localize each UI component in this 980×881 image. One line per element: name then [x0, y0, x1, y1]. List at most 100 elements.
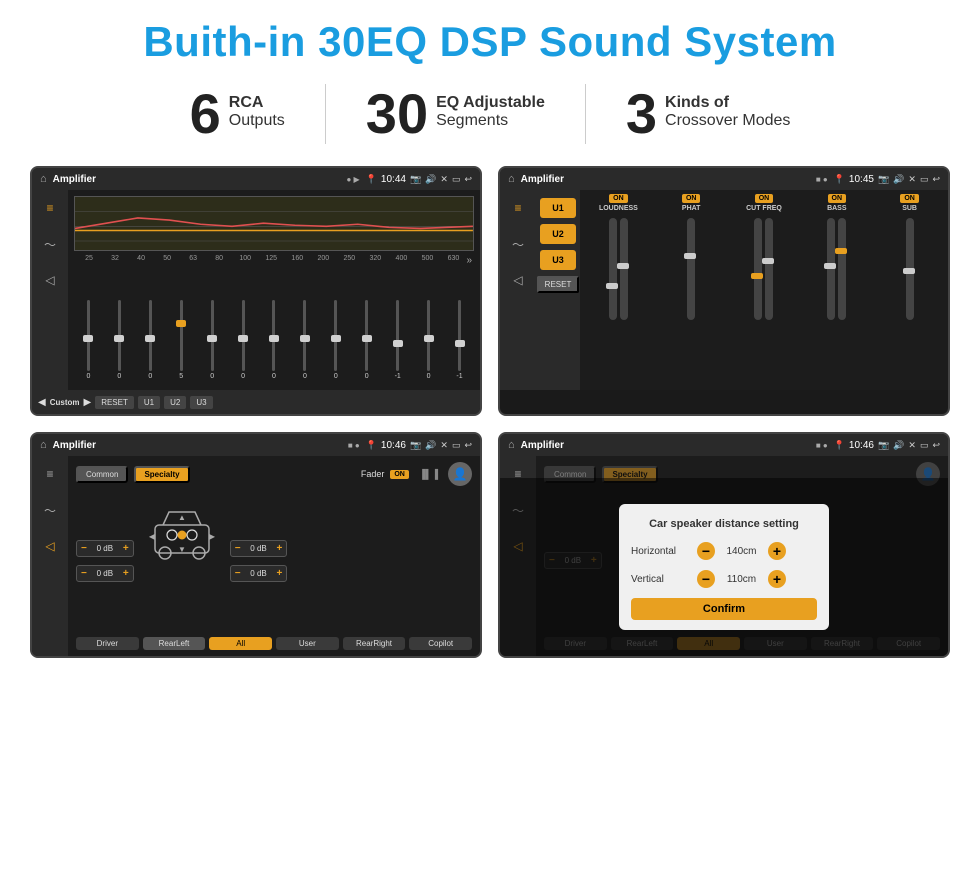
- db1-minus-btn[interactable]: −: [81, 543, 87, 554]
- u1-btn[interactable]: U1: [138, 396, 160, 409]
- eq-slider-11[interactable]: -1: [383, 300, 412, 380]
- eq-area: 25 32 40 50 63 80 100 125 160 200 250 32…: [68, 190, 480, 390]
- wave-icon-3[interactable]: 〜: [38, 500, 62, 520]
- horizontal-minus-btn[interactable]: −: [697, 542, 715, 560]
- vertical-minus-btn[interactable]: −: [697, 570, 715, 588]
- db4-minus-btn[interactable]: −: [235, 568, 241, 579]
- screen2-reset-btn[interactable]: RESET: [537, 276, 580, 293]
- vertical-plus-btn[interactable]: +: [768, 570, 786, 588]
- back-icon-2[interactable]: ↩: [932, 174, 940, 185]
- cutfreq-slider-f[interactable]: [754, 218, 762, 320]
- confirm-button[interactable]: Confirm: [631, 598, 817, 620]
- db2-plus-btn[interactable]: +: [123, 568, 129, 579]
- next-btn[interactable]: ▶: [83, 397, 91, 408]
- u2-button[interactable]: U2: [540, 224, 576, 244]
- sub-slider[interactable]: [906, 218, 914, 320]
- eq-slider-3[interactable]: 0: [136, 300, 165, 380]
- fader-label: Fader: [361, 469, 385, 479]
- speaker-icon-2[interactable]: ◁: [506, 270, 530, 290]
- db4-plus-btn[interactable]: +: [277, 568, 283, 579]
- screen2-title: Amplifier: [521, 174, 810, 185]
- screen1-status-icons: 📍 10:44 📷 🔊 ✕ ▭ ↩: [366, 174, 472, 185]
- location-icon-2: 📍: [834, 174, 845, 185]
- eq-slider-2[interactable]: 0: [105, 300, 134, 380]
- db2-minus-btn[interactable]: −: [81, 568, 87, 579]
- db1-plus-btn[interactable]: +: [123, 543, 129, 554]
- db-control-3: − 0 dB +: [230, 540, 288, 557]
- eq-slider-4[interactable]: 5: [167, 300, 196, 380]
- reset-btn[interactable]: RESET: [95, 396, 134, 409]
- speaker-icon[interactable]: ◁: [38, 270, 62, 290]
- minimize-icon-3: ▭: [452, 440, 461, 451]
- home-icon-3[interactable]: ⌂: [40, 439, 47, 451]
- eq-icon-3[interactable]: ≡: [38, 464, 62, 484]
- horizontal-plus-btn[interactable]: +: [768, 542, 786, 560]
- fader-nav-buttons: Driver RearLeft All User RearRight Copil…: [76, 637, 472, 650]
- db3-value: 0 dB: [245, 544, 273, 553]
- u3-btn[interactable]: U3: [190, 396, 212, 409]
- db1-value: 0 dB: [91, 544, 119, 553]
- cutfreq-slider-g[interactable]: [765, 218, 773, 320]
- phat-slider[interactable]: [687, 218, 695, 320]
- user-btn[interactable]: User: [276, 637, 339, 650]
- speaker-icon-3[interactable]: ◁: [38, 536, 62, 556]
- stat-eq-label-sub: Segments: [436, 112, 545, 130]
- eq-slider-5[interactable]: 0: [198, 300, 227, 380]
- back-icon-3[interactable]: ↩: [464, 440, 472, 451]
- home-icon-2[interactable]: ⌂: [508, 173, 515, 185]
- horizontal-control: − 140cm +: [697, 542, 786, 560]
- stat-eq-label: EQ Adjustable Segments: [436, 86, 545, 130]
- u3-button[interactable]: U3: [540, 250, 576, 270]
- loudness-slider-2[interactable]: [620, 218, 628, 320]
- fader-main: Common Specialty Fader ON ▐▌▐ 👤 −: [68, 456, 480, 656]
- main-title: Buith-in 30EQ DSP Sound System: [30, 18, 950, 66]
- eq-slider-9[interactable]: 0: [321, 300, 350, 380]
- camera-icon-2: 📷: [878, 174, 889, 185]
- rearright-btn[interactable]: RearRight: [343, 637, 406, 650]
- eq-slider-8[interactable]: 0: [290, 300, 319, 380]
- home-icon[interactable]: ⌂: [40, 173, 47, 185]
- eq-custom-label: Custom: [50, 398, 80, 407]
- freq-40: 40: [128, 255, 154, 266]
- eq-slider-13[interactable]: -1: [445, 300, 474, 380]
- loudness-label: LOUDNESS: [599, 205, 638, 212]
- eq-slider-1[interactable]: 0: [74, 300, 103, 380]
- bass-slider-g[interactable]: [838, 218, 846, 320]
- eq-icon-2[interactable]: ≡: [506, 198, 530, 218]
- eq-slider-6[interactable]: 0: [229, 300, 258, 380]
- wave-icon-2[interactable]: 〜: [506, 234, 530, 254]
- db3-plus-btn[interactable]: +: [277, 543, 283, 554]
- back-icon-4[interactable]: ↩: [932, 440, 940, 451]
- vertical-label: Vertical: [631, 574, 691, 585]
- wave-icon[interactable]: 〜: [38, 234, 62, 254]
- u2-btn[interactable]: U2: [164, 396, 186, 409]
- driver-btn[interactable]: Driver: [76, 637, 139, 650]
- specialty-tab[interactable]: Specialty: [134, 466, 189, 483]
- home-icon-4[interactable]: ⌂: [508, 439, 515, 451]
- prev-btn[interactable]: ◀: [38, 397, 46, 408]
- back-icon[interactable]: ↩: [464, 174, 472, 185]
- eq-icon[interactable]: ≡: [38, 198, 62, 218]
- eq-slider-12[interactable]: 0: [414, 300, 443, 380]
- all-btn[interactable]: All: [209, 637, 272, 650]
- rearleft-btn[interactable]: RearLeft: [143, 637, 206, 650]
- screen3-title: Amplifier: [53, 440, 342, 451]
- db3-minus-btn[interactable]: −: [235, 543, 241, 554]
- freq-labels: 25 32 40 50 63 80 100 125 160 200 250 32…: [74, 255, 474, 266]
- eq-slider-7[interactable]: 0: [260, 300, 289, 380]
- bass-slider-f[interactable]: [827, 218, 835, 320]
- screen2-status-icons: 📍 10:45 📷 🔊 ✕ ▭ ↩: [834, 174, 940, 185]
- eq-slider-10[interactable]: 0: [352, 300, 381, 380]
- u1-button[interactable]: U1: [540, 198, 576, 218]
- sliders-row: 0 0 0 5 0 0 0 0 0 0 -1 0 -1: [74, 269, 474, 384]
- expand-btn[interactable]: »: [466, 255, 472, 266]
- modal-horizontal-row: Horizontal − 140cm +: [631, 542, 817, 560]
- freq-32: 32: [102, 255, 128, 266]
- loudness-on: ON: [609, 194, 628, 203]
- stat-crossover-label-main: Kinds of: [665, 94, 790, 112]
- copilot-btn[interactable]: Copilot: [409, 637, 472, 650]
- bass-channel: ON BASS: [802, 194, 871, 386]
- stat-crossover-label-sub: Crossover Modes: [665, 112, 790, 130]
- loudness-slider-1[interactable]: [609, 218, 617, 320]
- common-tab[interactable]: Common: [76, 466, 128, 483]
